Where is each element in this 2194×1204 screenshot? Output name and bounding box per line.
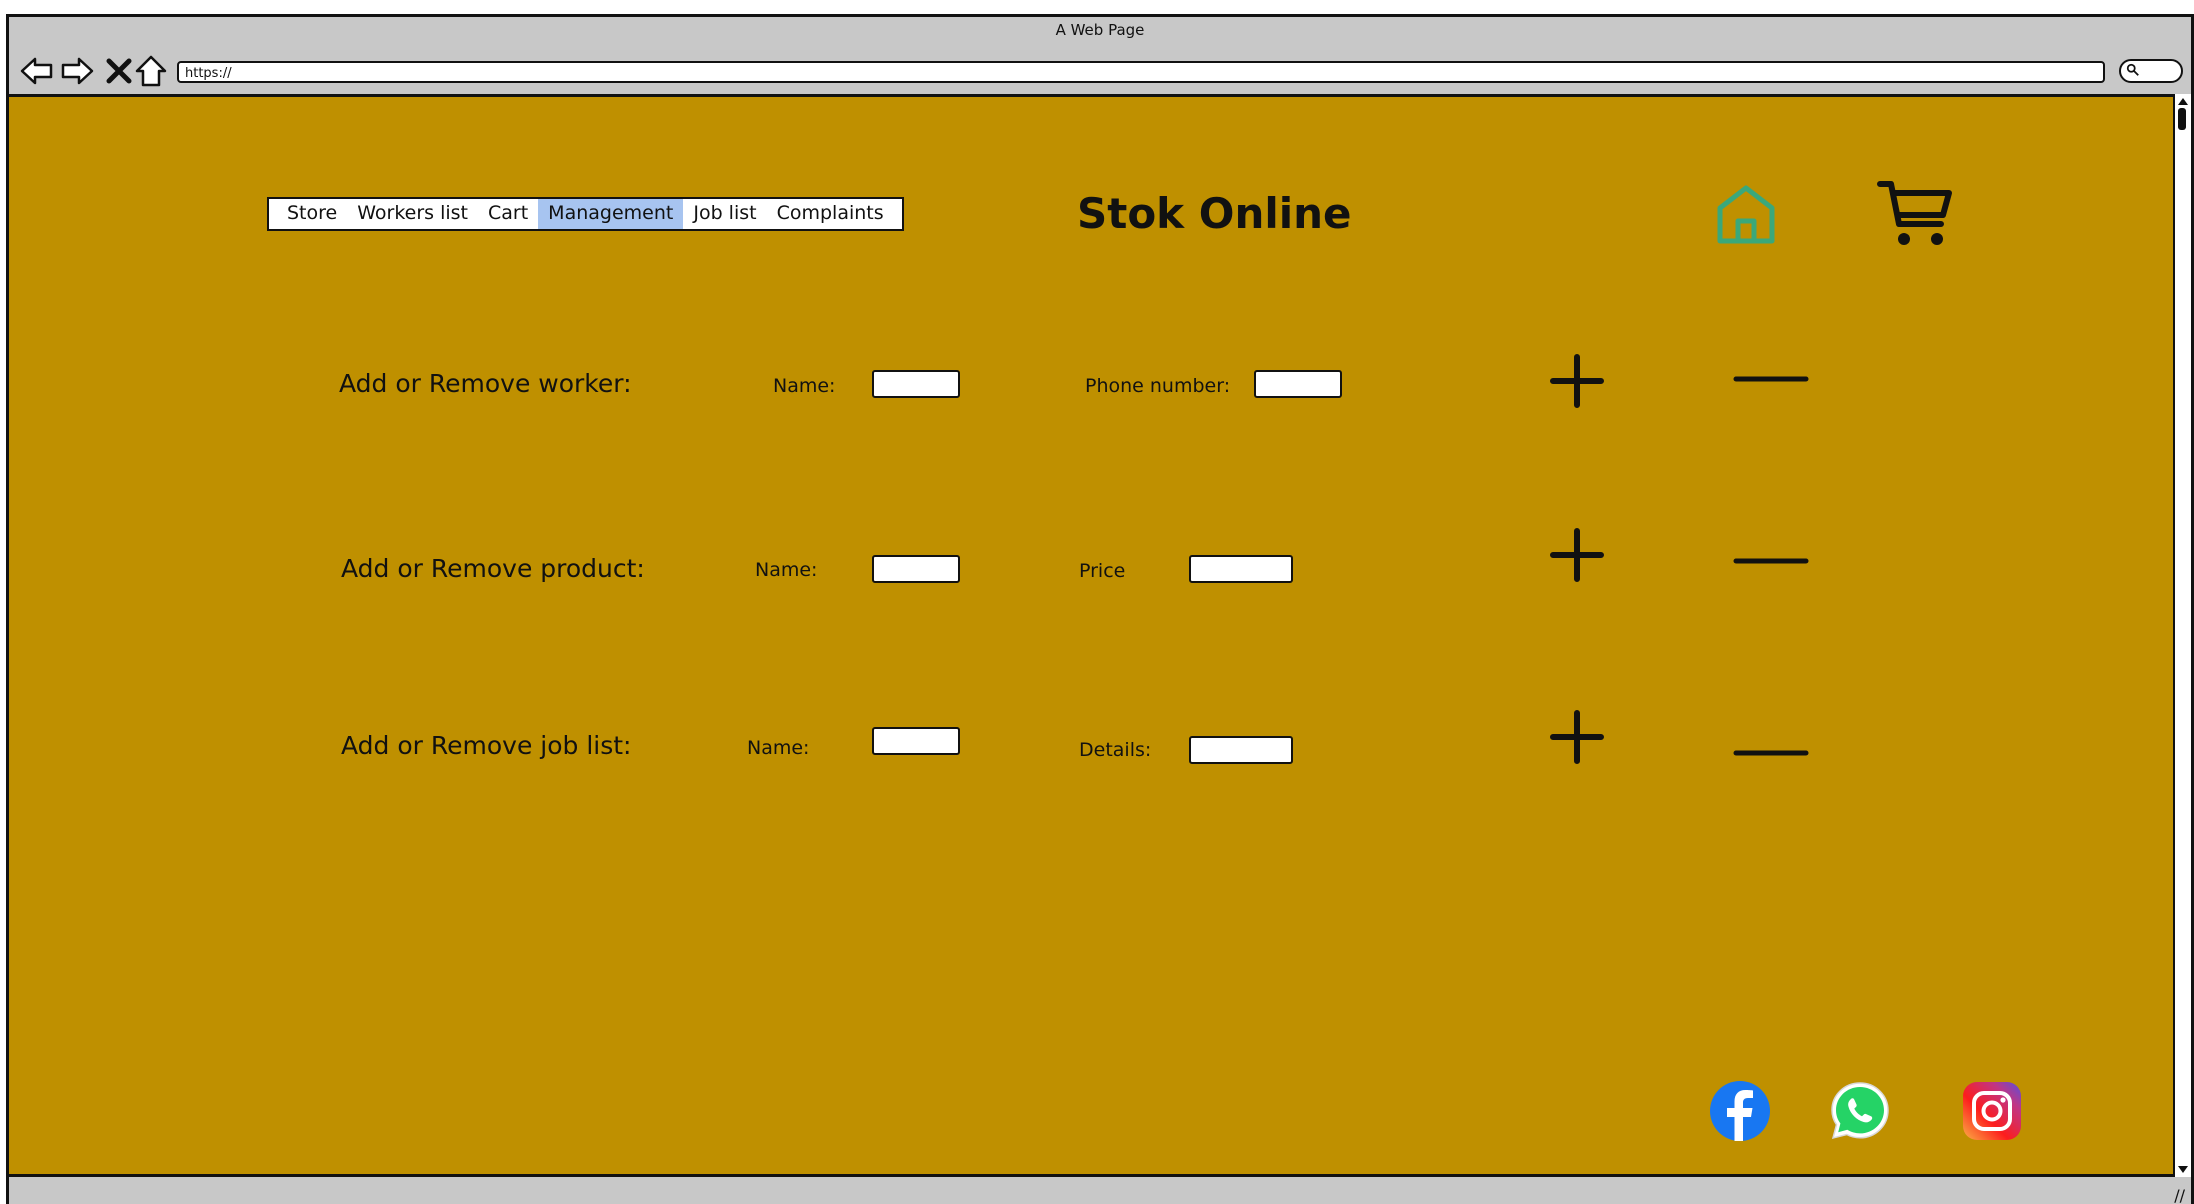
worker-row-label: Add or Remove worker: [339, 369, 632, 398]
menu-item-store[interactable]: Store [277, 199, 347, 229]
nav-menu: Store Workers list Cart Management Job l… [267, 197, 904, 231]
add-job-plus-icon[interactable] [1549, 709, 1605, 765]
worker-phone-label: Phone number: [1085, 375, 1231, 397]
scroll-down-arrow-icon[interactable] [2178, 1166, 2188, 1173]
home-icon[interactable] [1715, 183, 1777, 245]
product-price-label: Price [1079, 560, 1126, 582]
whatsapp-icon[interactable] [1829, 1080, 1891, 1142]
page-viewport: Store Workers list Cart Management Job l… [9, 94, 2179, 1177]
remove-worker-minus-icon[interactable] [1733, 373, 1809, 385]
stop-icon[interactable] [101, 53, 137, 89]
site-title: Stok Online [1077, 189, 1352, 238]
resize-grip-icon[interactable]: // [2174, 1186, 2185, 1204]
browser-search-box[interactable] [2119, 59, 2183, 83]
scroll-thumb[interactable] [2178, 108, 2186, 130]
menu-item-cart[interactable]: Cart [478, 199, 538, 229]
browser-home-icon[interactable] [133, 53, 169, 89]
joblist-details-field[interactable] [1189, 736, 1293, 764]
joblist-details-label: Details: [1079, 739, 1152, 761]
product-name-field[interactable] [872, 555, 960, 583]
menu-item-job-list[interactable]: Job list [683, 199, 766, 229]
menu-item-management[interactable]: Management [538, 199, 684, 229]
joblist-row-label: Add or Remove job list: [341, 731, 632, 760]
facebook-icon[interactable] [1709, 1080, 1771, 1142]
remove-job-minus-icon[interactable] [1733, 747, 1809, 759]
menu-item-complaints[interactable]: Complaints [767, 199, 894, 229]
menu-item-workers-list[interactable]: Workers list [347, 199, 478, 229]
instagram-icon[interactable] [1961, 1080, 2023, 1142]
product-price-field[interactable] [1189, 555, 1293, 583]
add-worker-plus-icon[interactable] [1549, 353, 1605, 409]
window-title: A Web Page [1055, 21, 1145, 39]
forward-arrow-icon[interactable] [59, 53, 95, 89]
remove-product-minus-icon[interactable] [1733, 555, 1809, 567]
scroll-up-arrow-icon[interactable] [2178, 98, 2188, 105]
url-bar[interactable]: https:// [177, 61, 2105, 83]
add-product-plus-icon[interactable] [1549, 527, 1605, 583]
cart-icon[interactable] [1877, 179, 1953, 249]
joblist-name-label: Name: [747, 737, 810, 759]
worker-name-field[interactable] [872, 370, 960, 398]
product-row-label: Add or Remove product: [341, 554, 645, 583]
back-arrow-icon[interactable] [19, 53, 55, 89]
vertical-scrollbar[interactable] [2173, 94, 2191, 1177]
worker-phone-field[interactable] [1254, 370, 1342, 398]
search-icon [2126, 63, 2139, 76]
status-bar: // [9, 1177, 2191, 1204]
worker-name-label: Name: [773, 375, 836, 397]
browser-window: A Web Page https:// Store Workers list C… [6, 14, 2194, 1204]
product-name-label: Name: [755, 559, 818, 581]
joblist-name-field[interactable] [872, 727, 960, 755]
